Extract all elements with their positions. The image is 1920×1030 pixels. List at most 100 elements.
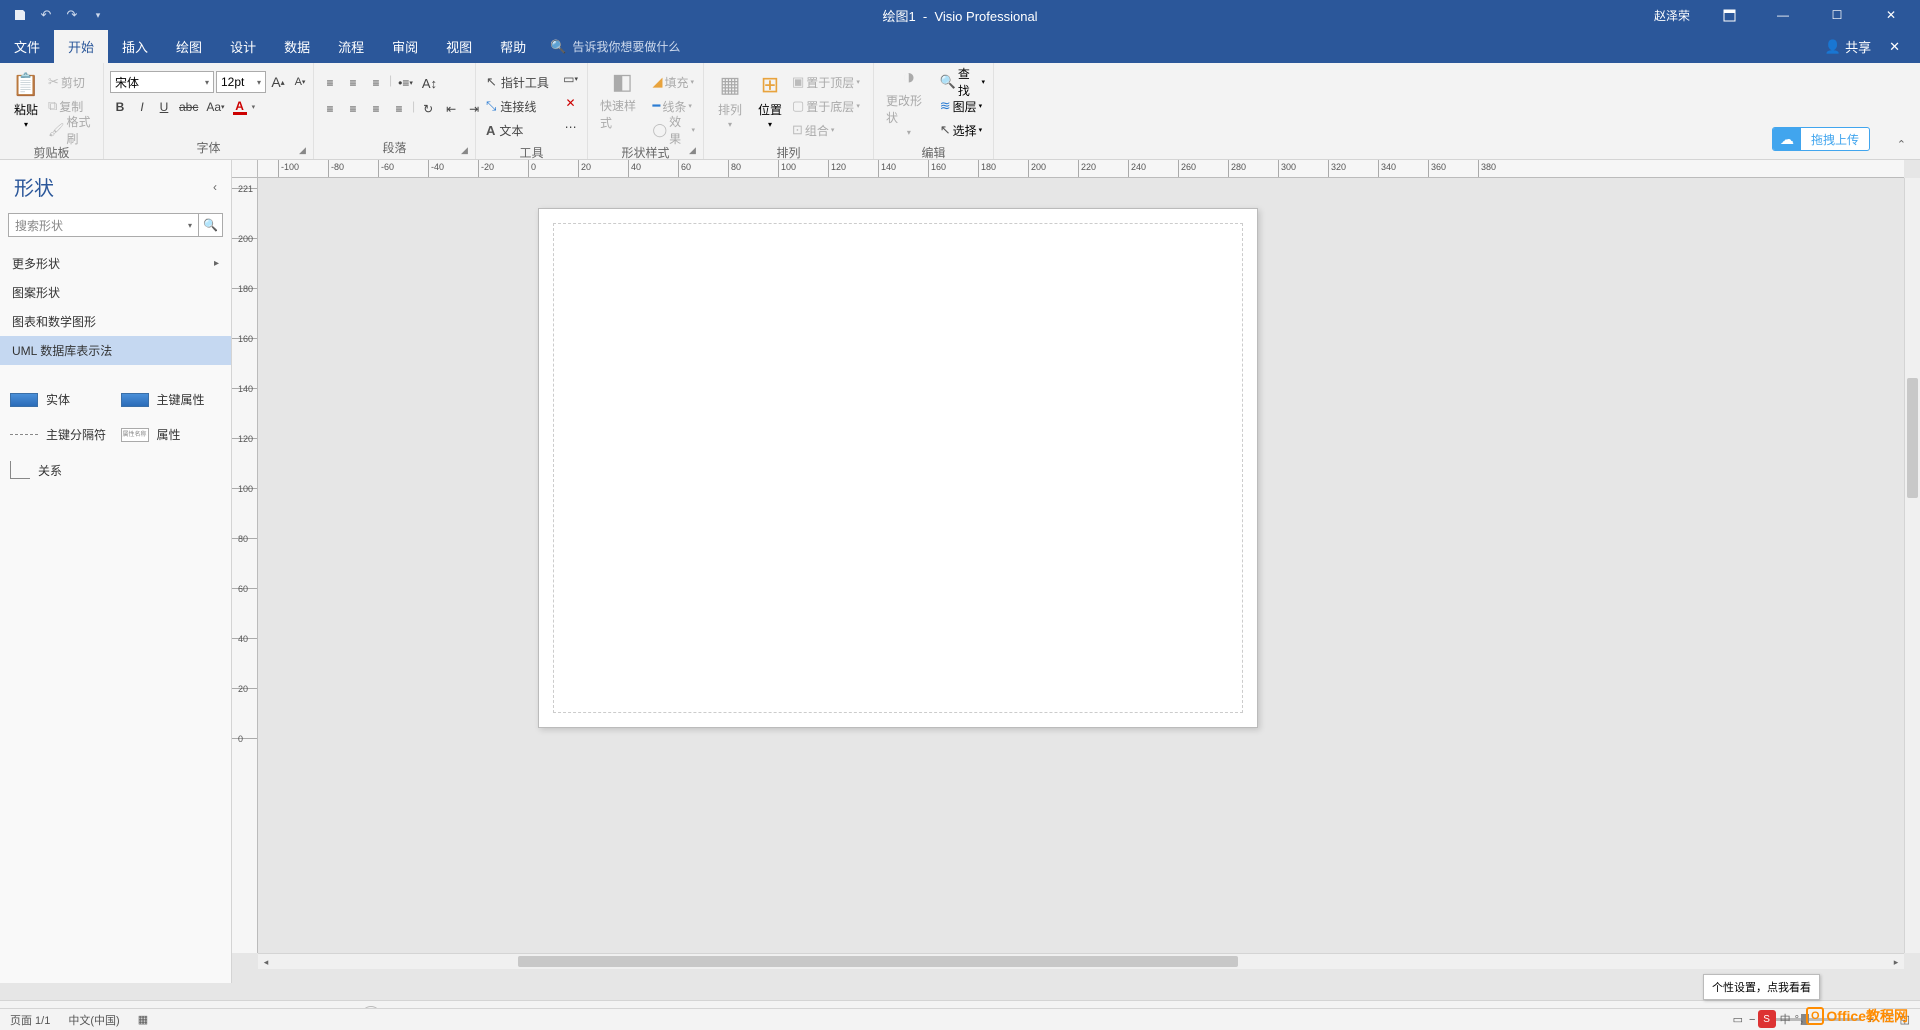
page-indicator[interactable]: 页面 1/1 (10, 1012, 50, 1028)
grow-font-button[interactable]: A▴ (268, 72, 288, 92)
attr-thumb: 属性名称 (121, 428, 149, 442)
tab-file[interactable]: 文件 (0, 30, 54, 63)
bring-front-button[interactable]: ▣置于顶层▾ (790, 71, 862, 93)
arrange-button[interactable]: ▦ 排列▾ (710, 67, 750, 133)
shape-styles-dialog-launcher[interactable]: ◢ (689, 145, 699, 155)
shape-entity[interactable]: 实体 (10, 391, 111, 408)
user-name[interactable]: 赵泽荣 (1654, 7, 1690, 24)
change-shape-button[interactable]: ◑ 更改形状▾ (880, 67, 938, 133)
tab-process[interactable]: 流程 (324, 30, 378, 63)
maximize-button[interactable]: ☐ (1814, 0, 1860, 30)
save-button[interactable] (8, 3, 32, 27)
bullets-button[interactable]: •≡▾ (395, 73, 416, 93)
stencil-more-shapes[interactable]: 更多形状▸ (0, 249, 231, 278)
align-right-button[interactable]: ≡ (366, 99, 386, 119)
quick-styles-button[interactable]: ◧ 快速样式 (594, 67, 651, 133)
more-tools-button[interactable]: ⋯ (560, 117, 581, 137)
shape-relation[interactable]: 关系 (10, 461, 111, 479)
tab-insert[interactable]: 插入 (108, 30, 162, 63)
undo-button[interactable]: ↶ (34, 3, 58, 27)
font-dialog-launcher[interactable]: ◢ (299, 145, 309, 155)
collapse-shapes-button[interactable]: ‹ (213, 180, 217, 194)
tab-review[interactable]: 审阅 (378, 30, 432, 63)
shape-pk-attribute[interactable]: 主键属性 (121, 391, 222, 408)
qat-customize-button[interactable]: ▾ (86, 3, 110, 27)
shape-pk-separator[interactable]: 主键分隔符 (10, 426, 111, 443)
ime-mode[interactable]: 中 (1780, 1011, 1791, 1027)
stencil-patterns[interactable]: 图案形状 (0, 278, 231, 307)
ime-badge[interactable]: S (1758, 1010, 1776, 1028)
personalize-tooltip[interactable]: 个性设置，点我看看 (1703, 974, 1820, 1000)
language-indicator[interactable]: 中文(中国) (68, 1012, 119, 1028)
ribbon-options-button[interactable] (1706, 0, 1752, 30)
decrease-indent-button[interactable]: ⇤ (441, 99, 461, 119)
close-pane-button[interactable]: ✕ (1889, 39, 1900, 55)
pointer-tool-button[interactable]: ↖指针工具 (482, 71, 553, 93)
macro-indicator[interactable]: ▦ (138, 1013, 148, 1026)
font-name-combo[interactable]: 宋体▾ (110, 71, 214, 93)
chevron-down-icon[interactable]: ▾ (252, 103, 256, 111)
shrink-font-button[interactable]: A▾ (290, 72, 310, 92)
tab-draw[interactable]: 绘图 (162, 30, 216, 63)
horizontal-scrollbar[interactable]: ◂ ▸ (258, 953, 1904, 969)
fill-button[interactable]: ◢填充▾ (651, 71, 697, 93)
redo-button[interactable]: ↷ (60, 3, 84, 27)
align-left-button[interactable]: ≡ (320, 99, 340, 119)
rotate-text-button[interactable]: ↻ (418, 99, 438, 119)
close-button[interactable]: ✕ (1868, 0, 1914, 30)
paste-button[interactable]: 📋 粘贴 ▾ (6, 67, 46, 133)
underline-button[interactable]: U (154, 97, 174, 117)
scroll-right-button[interactable]: ▸ (1888, 954, 1904, 970)
text-tool-button[interactable]: A文本 (482, 119, 527, 141)
tab-help[interactable]: 帮助 (486, 30, 540, 63)
tell-me-search[interactable]: 🔍 告诉我你想要做什么 (550, 30, 680, 63)
h-scroll-thumb[interactable] (518, 956, 1238, 967)
vertical-scrollbar[interactable] (1904, 178, 1920, 953)
text-direction-button[interactable]: A↕ (419, 73, 440, 93)
justify-button[interactable]: ≡ (389, 99, 409, 119)
collapse-ribbon-button[interactable]: ⌃ (1897, 138, 1906, 151)
tab-home[interactable]: 开始 (54, 30, 108, 63)
align-middle-button[interactable]: ≡ (343, 73, 363, 93)
shape-search-input[interactable]: 搜索形状 ▾ (8, 213, 199, 237)
stencil-charts[interactable]: 图表和数学图形 (0, 307, 231, 336)
bold-button[interactable]: B (110, 97, 130, 117)
italic-button[interactable]: I (132, 97, 152, 117)
drawing-page[interactable] (538, 208, 1258, 728)
stencil-uml-db[interactable]: UML 数据库表示法 (0, 336, 231, 365)
font-color-button[interactable]: A (230, 97, 250, 117)
format-painter-button[interactable]: 🖌格式刷 (46, 119, 97, 141)
shape-search-button[interactable]: 🔍 (199, 213, 223, 237)
position-button[interactable]: ⊞ 位置▾ (750, 67, 790, 133)
tab-data[interactable]: 数据 (270, 30, 324, 63)
presentation-mode-button[interactable]: ▭ (1733, 1013, 1743, 1026)
share-button[interactable]: 👤 共享 (1825, 37, 1871, 56)
tab-view[interactable]: 视图 (432, 30, 486, 63)
connector-tool-button[interactable]: ⤡连接线 (482, 95, 540, 117)
shape-attribute[interactable]: 属性名称属性 (121, 426, 222, 443)
tab-design[interactable]: 设计 (216, 30, 270, 63)
send-back-button[interactable]: ▢置于底层▾ (790, 95, 862, 117)
effects-button[interactable]: ◯效果▾ (651, 119, 697, 141)
drag-upload-button[interactable]: ☁ 拖拽上传 (1772, 127, 1870, 151)
rectangle-tool-button[interactable]: ▭▾ (560, 69, 581, 89)
cut-button[interactable]: ✂剪切 (46, 71, 97, 93)
change-case-button[interactable]: Aa▾ (203, 97, 227, 117)
scroll-left-button[interactable]: ◂ (258, 954, 274, 970)
delete-tool-button[interactable]: ✕ (560, 93, 581, 113)
minimize-button[interactable]: — (1760, 0, 1806, 30)
select-button[interactable]: ↖选择▾ (938, 119, 987, 141)
canvas[interactable] (258, 178, 1904, 953)
group-button[interactable]: ⊡组合▾ (790, 119, 862, 141)
font-size-combo[interactable]: 12pt▾ (216, 71, 266, 93)
zoom-out-button[interactable]: − (1749, 1014, 1755, 1026)
paragraph-dialog-launcher[interactable]: ◢ (461, 145, 471, 155)
strikethrough-button[interactable]: abc (176, 97, 201, 117)
align-top-button[interactable]: ≡ (320, 73, 340, 93)
find-button[interactable]: 🔍查找▾ (938, 71, 987, 93)
align-center-button[interactable]: ≡ (343, 99, 363, 119)
layers-button[interactable]: ≋图层▾ (938, 95, 987, 117)
ruler-corner (232, 160, 258, 178)
align-bottom-button[interactable]: ≡ (366, 73, 386, 93)
v-scroll-thumb[interactable] (1907, 378, 1918, 498)
